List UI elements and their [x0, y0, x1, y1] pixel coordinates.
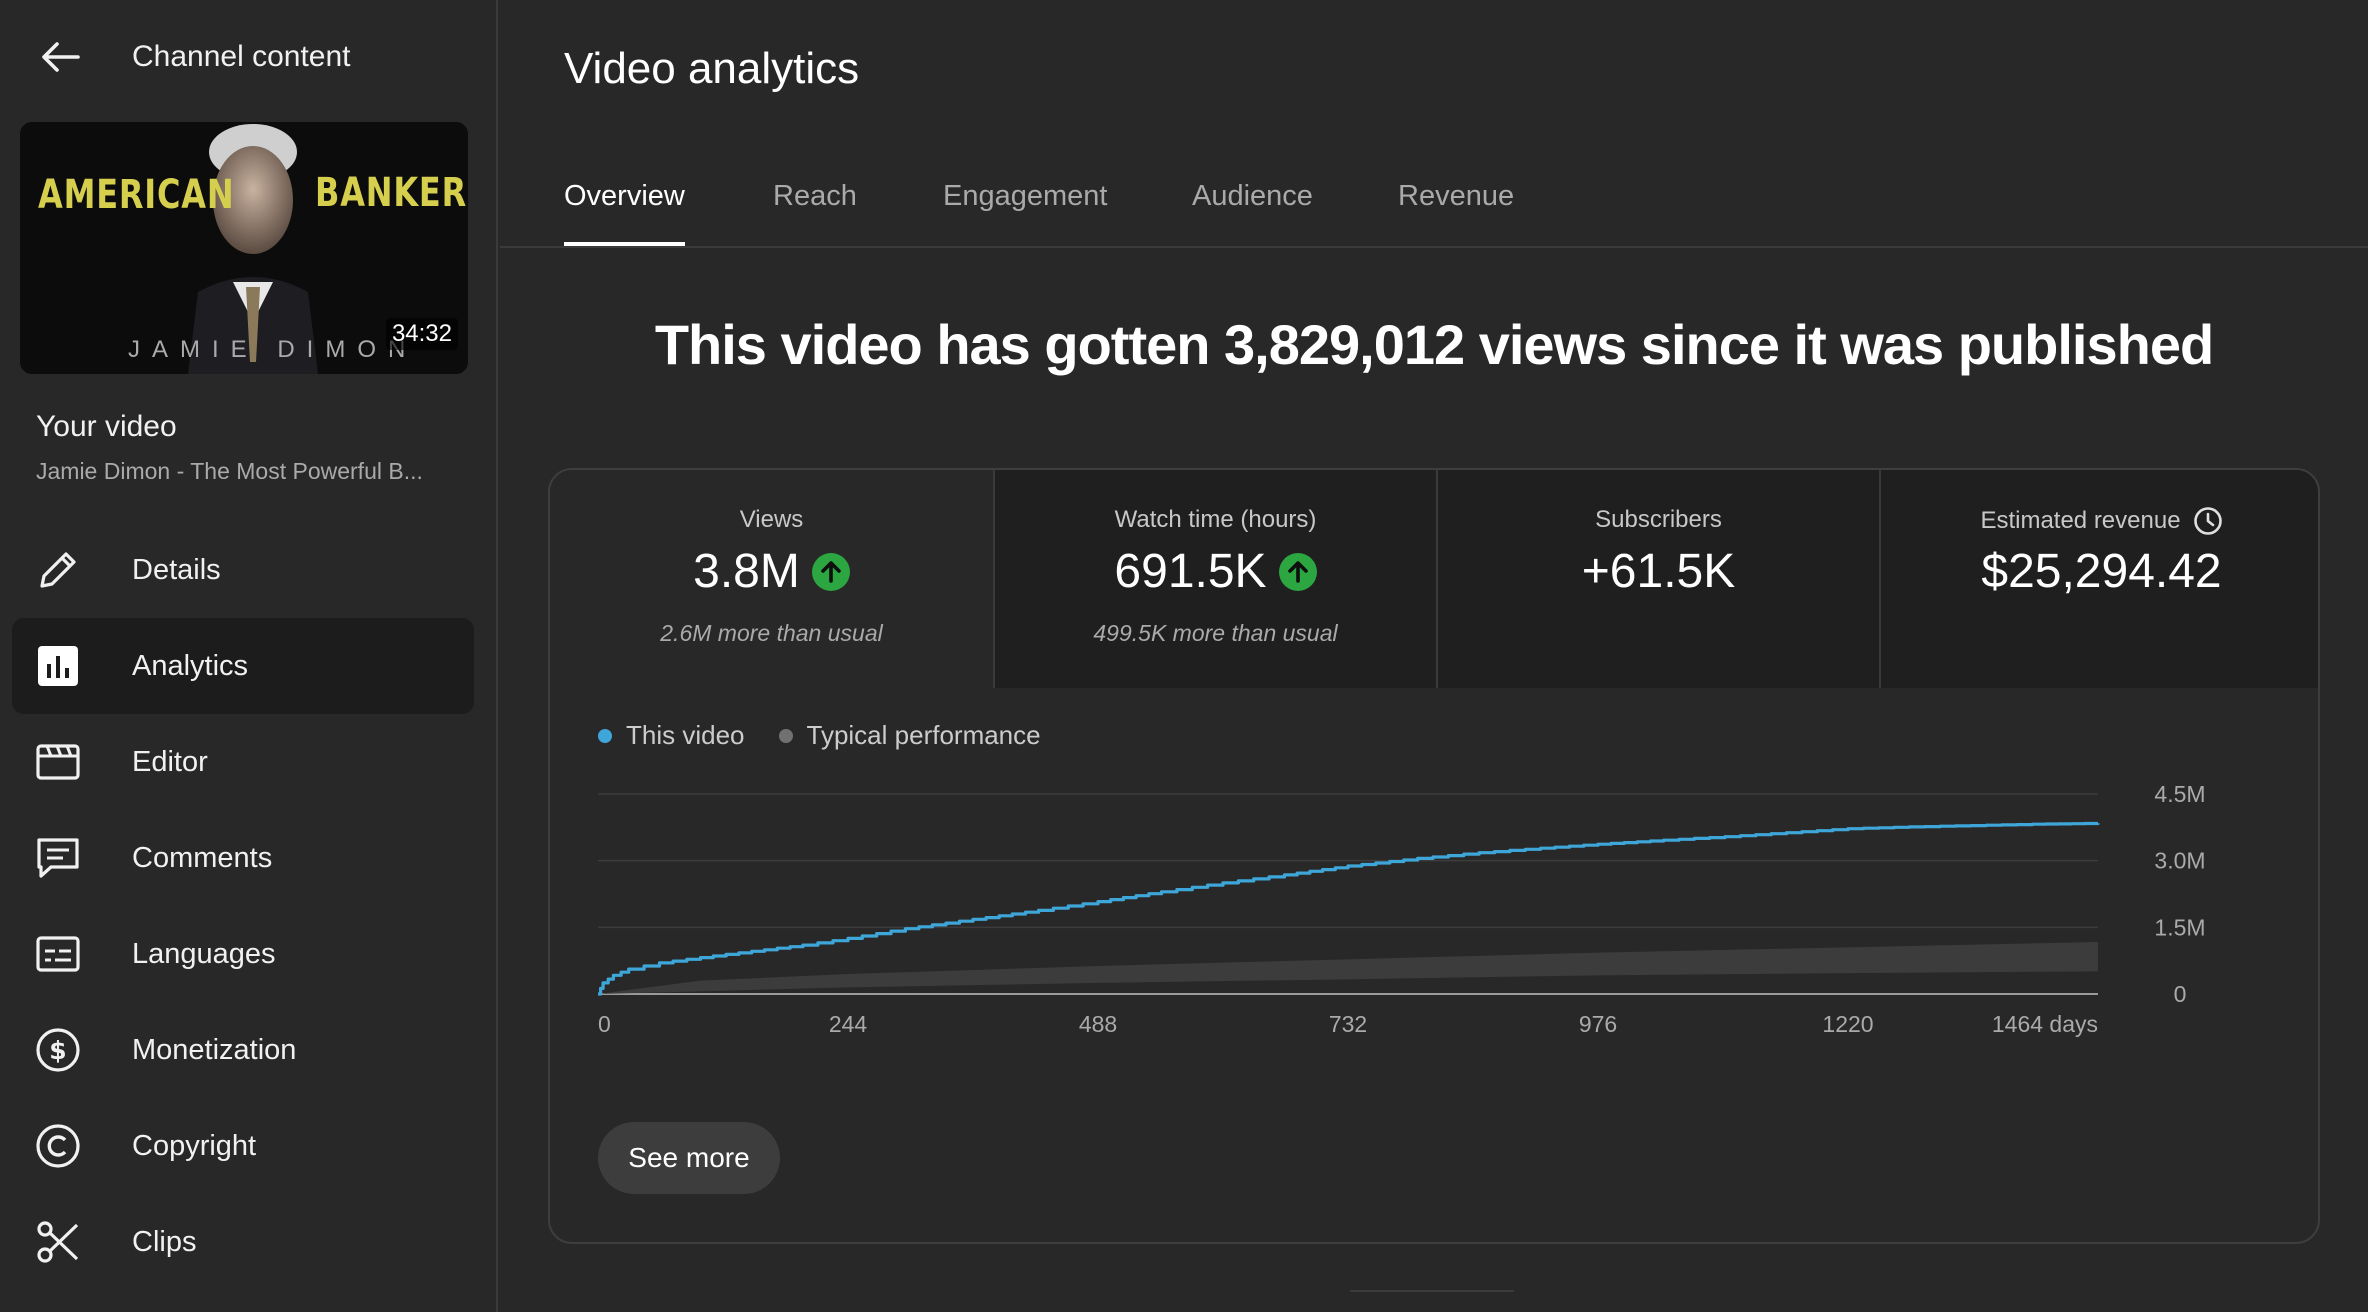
- subtitles-icon: [34, 930, 82, 978]
- analytics-icon: [34, 642, 82, 690]
- overview-card: Views 3.8M 2.6M more than usual Watch ti…: [548, 468, 2320, 1244]
- sidebar-item-monetization[interactable]: $ Monetization: [12, 1002, 474, 1098]
- tab-engagement[interactable]: Engagement: [943, 180, 1107, 246]
- clock-icon: [2193, 507, 2222, 535]
- sidebar-item-editor[interactable]: Editor: [12, 714, 474, 810]
- tab-overview[interactable]: Overview: [564, 180, 685, 246]
- see-more-button[interactable]: See more: [598, 1122, 780, 1194]
- sidebar-item-label: Monetization: [132, 1033, 297, 1066]
- metric-estimated-revenue[interactable]: Estimated revenue $25,294.42: [1879, 470, 2318, 688]
- x-tick-label: 1464 days: [1992, 1011, 2098, 1037]
- y-tick-label: 3.0M: [2154, 848, 2205, 874]
- video-thumbnail[interactable]: AMERICAN BANKER JAMIE DIMON 34:32: [20, 122, 468, 374]
- x-tick-label: 976: [1579, 1011, 1617, 1037]
- sidebar-item-languages[interactable]: Languages: [12, 906, 474, 1002]
- divider: [1350, 1290, 1514, 1292]
- metric-watch-time[interactable]: Watch time (hours) 691.5K 499.5K more th…: [993, 470, 1436, 688]
- views-chart[interactable]: 0 1.5M 3.0M 4.5M 0 244 488 732 976 1220 1464 days: [550, 770, 2320, 1070]
- x-tick-label: 1220: [1822, 1011, 1873, 1037]
- legend-typical-performance[interactable]: Typical performance: [778, 720, 1041, 751]
- metric-label: Views: [739, 506, 804, 533]
- legend-label: This video: [626, 720, 745, 750]
- dollar-circle-icon: $: [34, 1026, 82, 1074]
- thumbnail-title-left: AMERICAN: [38, 172, 235, 218]
- legend-label: Typical performance: [806, 720, 1041, 750]
- sidebar-item-label: Editor: [132, 745, 208, 778]
- copyright-icon: [34, 1122, 82, 1170]
- metric-value: $25,294.42: [1981, 545, 2222, 598]
- chart-legend: This video Typical performance: [598, 720, 1041, 751]
- arrow-left-icon: [42, 42, 80, 72]
- sidebar-nav: Details Analytics Editor Comments Langua…: [12, 522, 474, 1290]
- thumbnail-title-right: BANKER: [315, 170, 468, 216]
- y-tick-label: 1.5M: [2154, 914, 2205, 940]
- page-title: Video analytics: [564, 44, 860, 93]
- sidebar-item-comments[interactable]: Comments: [12, 810, 474, 906]
- metric-note: 2.6M more than usual: [660, 620, 883, 646]
- thumbnail-subtitle: JAMIE DIMON: [128, 336, 418, 363]
- sidebar: Channel content AMERICAN BANKER JAMIE DI…: [0, 0, 498, 1312]
- legend-this-video[interactable]: This video: [598, 720, 745, 751]
- sidebar-title: Channel content: [132, 40, 351, 73]
- arrow-up-icon: [811, 552, 850, 591]
- scissors-icon: [34, 1218, 82, 1266]
- sidebar-header: Channel content: [0, 24, 498, 90]
- metric-note: 499.5K more than usual: [1093, 620, 1338, 646]
- metric-value: +61.5K: [1581, 545, 1736, 598]
- sidebar-item-details[interactable]: Details: [12, 522, 474, 618]
- sidebar-item-label: Clips: [132, 1225, 197, 1258]
- video-duration: 34:32: [385, 318, 458, 350]
- main-content: Video analytics Overview Reach Engagemen…: [500, 0, 2368, 1312]
- comment-icon: [34, 834, 82, 882]
- sidebar-item-analytics[interactable]: Analytics: [12, 618, 474, 714]
- tab-revenue[interactable]: Revenue: [1398, 180, 1514, 246]
- metric-value: 691.5K: [1114, 545, 1267, 598]
- metric-views[interactable]: Views 3.8M 2.6M more than usual: [550, 470, 993, 688]
- tab-audience[interactable]: Audience: [1192, 180, 1313, 246]
- sidebar-item-label: Analytics: [132, 649, 249, 682]
- tab-bar: Overview Reach Engagement Audience Reven…: [500, 160, 2368, 248]
- metric-label: Estimated revenue: [1980, 507, 2181, 534]
- metric-label: Subscribers: [1595, 506, 1722, 533]
- x-tick-label: 0: [598, 1011, 611, 1037]
- tab-reach[interactable]: Reach: [773, 180, 857, 246]
- clapperboard-icon: [34, 738, 82, 786]
- y-tick-label: 0: [2174, 981, 2187, 1007]
- headline: This video has gotten 3,829,012 views si…: [654, 313, 2214, 376]
- your-video-label: Your video: [36, 410, 177, 443]
- metric-value: 3.8M: [693, 545, 800, 598]
- sidebar-item-label: Comments: [132, 841, 273, 874]
- back-button[interactable]: [28, 32, 92, 82]
- svg-text:$: $: [49, 1036, 66, 1065]
- x-tick-label: 488: [1079, 1011, 1117, 1037]
- y-tick-label: 4.5M: [2154, 781, 2205, 807]
- pencil-icon: [34, 546, 82, 594]
- video-title: Jamie Dimon - The Most Powerful B...: [36, 458, 423, 484]
- metric-label: Watch time (hours): [1114, 506, 1317, 533]
- x-tick-label: 732: [1329, 1011, 1367, 1037]
- metric-subscribers[interactable]: Subscribers +61.5K: [1436, 470, 1879, 688]
- legend-dot: [598, 728, 612, 743]
- typical-performance-band: [598, 942, 2098, 994]
- arrow-up-icon: [1278, 552, 1317, 591]
- sidebar-item-clips[interactable]: Clips: [12, 1194, 474, 1290]
- sidebar-item-copyright[interactable]: Copyright: [12, 1098, 474, 1194]
- legend-dot: [778, 728, 793, 743]
- sidebar-item-label: Languages: [132, 937, 276, 970]
- x-tick-label: 244: [829, 1011, 868, 1037]
- sidebar-item-label: Details: [132, 553, 221, 586]
- sidebar-item-label: Copyright: [132, 1129, 257, 1162]
- metric-tabs: Views 3.8M 2.6M more than usual Watch ti…: [550, 470, 2318, 688]
